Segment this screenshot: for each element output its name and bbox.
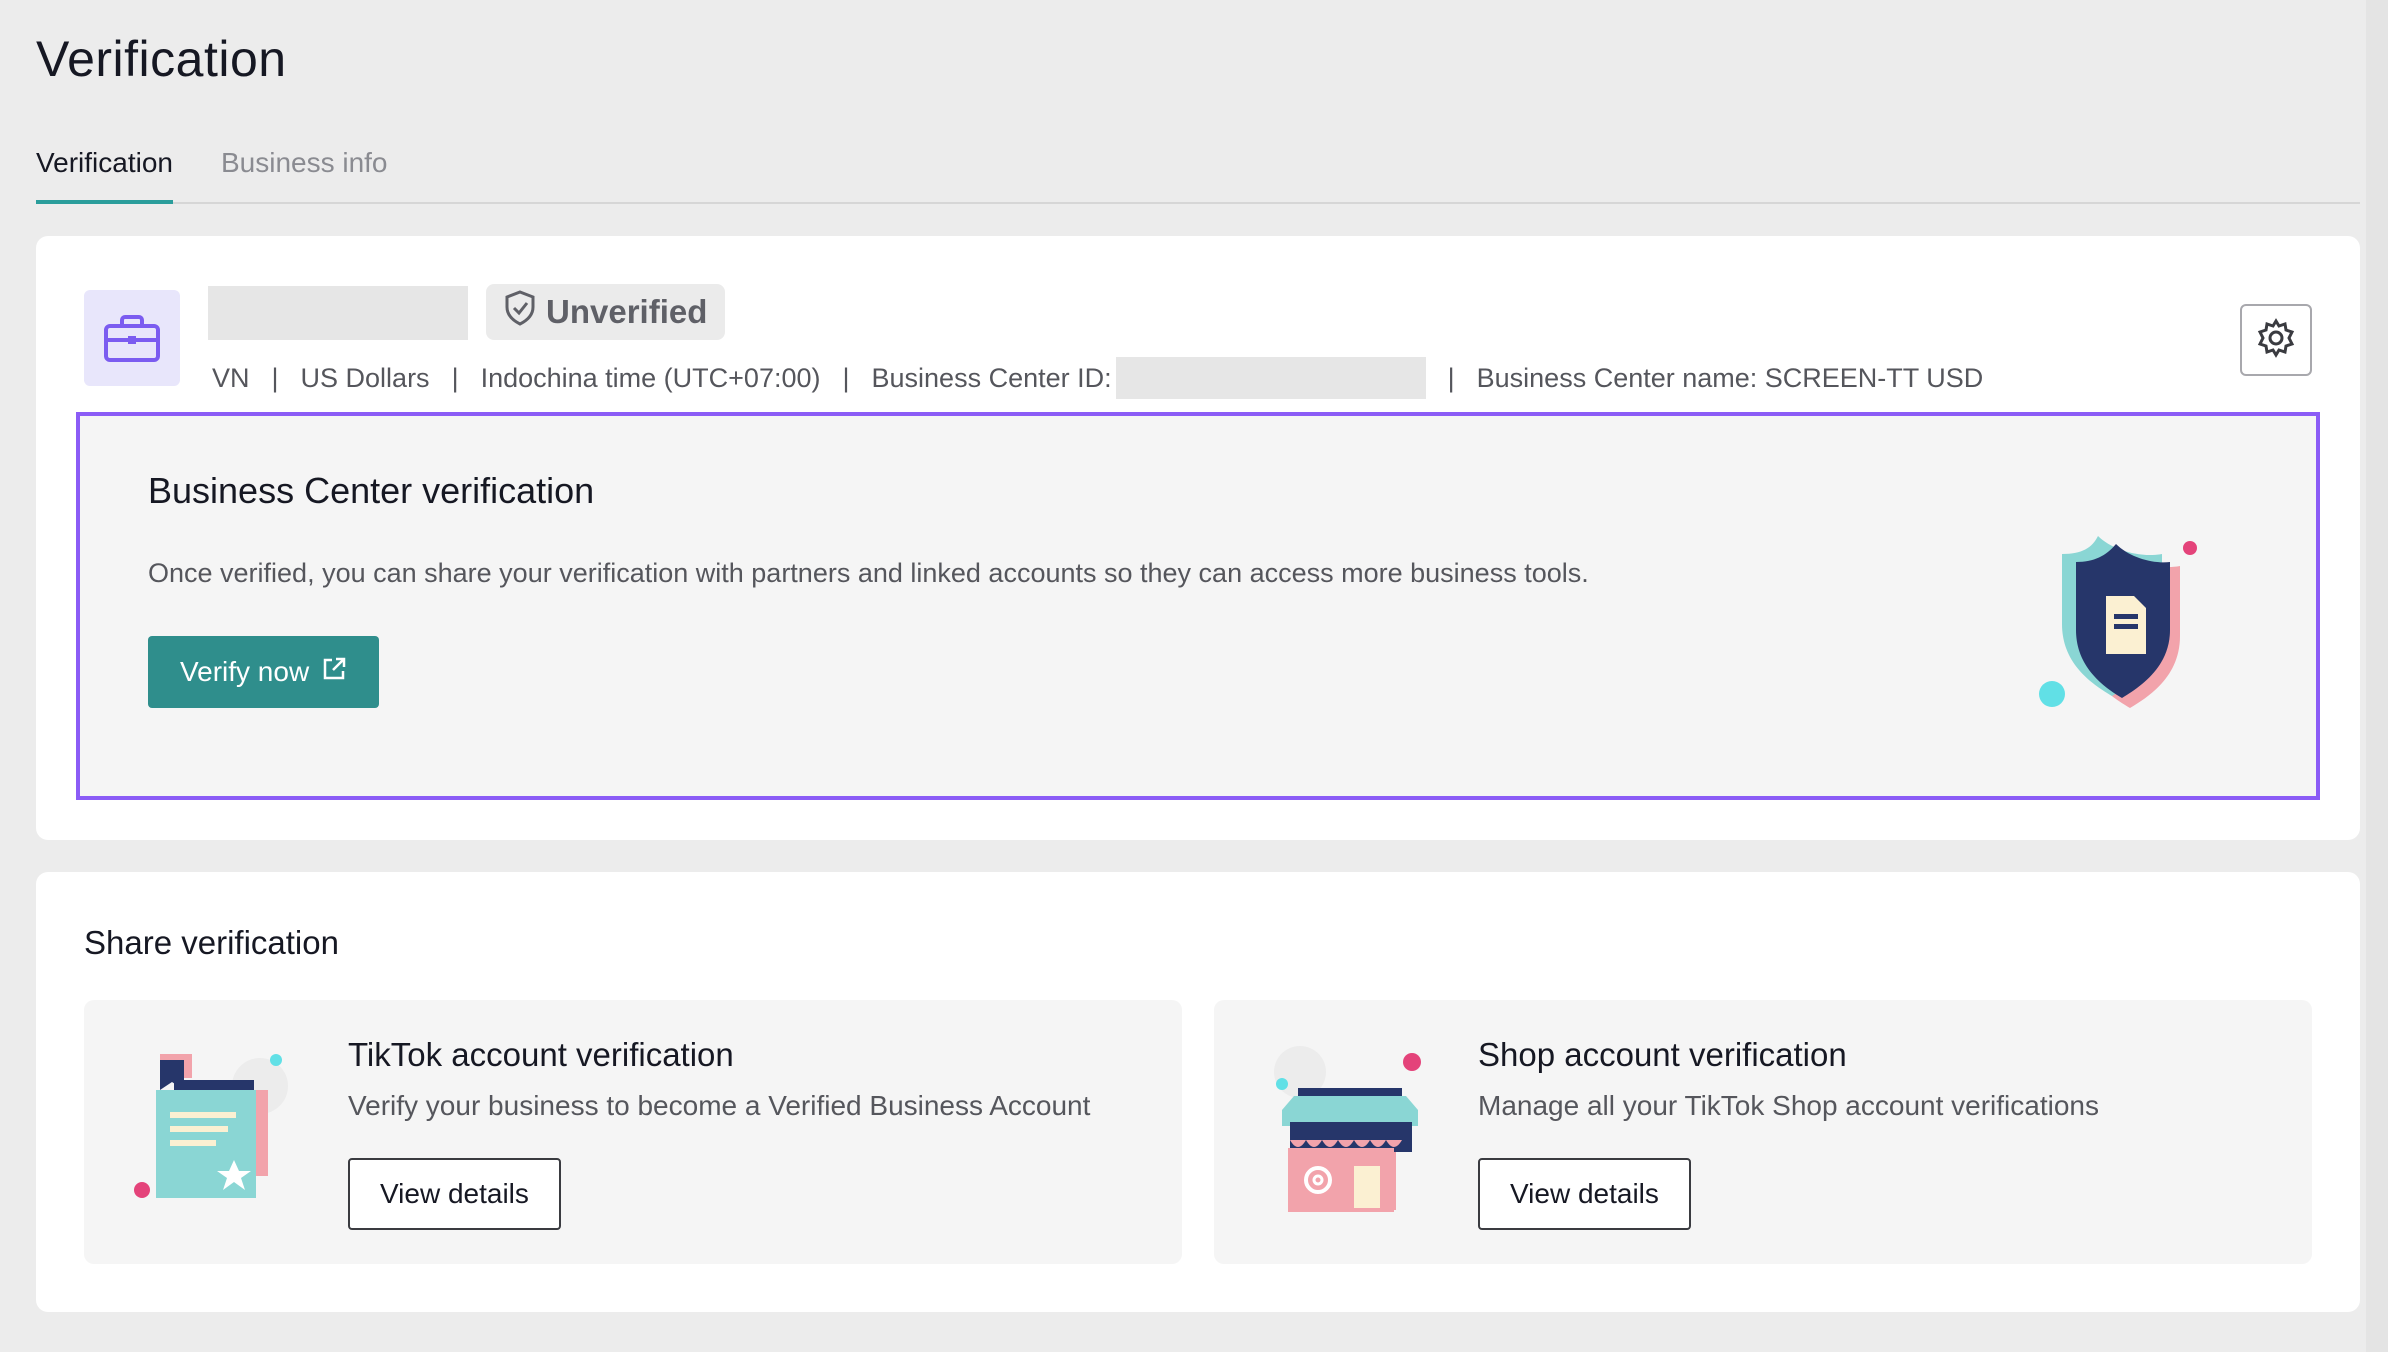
business-center-card: Unverified VN | US Dollars | Indochina t…: [36, 236, 2360, 840]
business-meta: VN | US Dollars | Indochina time (UTC+07…: [212, 354, 1983, 402]
share-verification-card: Share verification TikTok account verifi…: [36, 872, 2360, 1312]
verify-now-button[interactable]: Verify now: [148, 636, 380, 708]
tiktok-view-details-button[interactable]: View details: [348, 1158, 561, 1230]
tiktok-verification-description: Verify your business to become a Verifie…: [348, 1090, 1091, 1121]
separator: |: [842, 362, 850, 393]
scrollbar-track[interactable]: [2366, 0, 2388, 1352]
business-id-label: Business Center ID:: [871, 362, 1112, 393]
shop-view-details-button[interactable]: View details: [1478, 1158, 1691, 1230]
shield-document-illustration: [2030, 526, 2230, 731]
business-id-redacted: [1115, 357, 1426, 399]
external-link-icon: [321, 656, 347, 689]
settings-button[interactable]: [2240, 304, 2312, 376]
timezone-value: Indochina time (UTC+07:00): [480, 362, 821, 393]
status-badge: Unverified: [486, 284, 726, 340]
status-label: Unverified: [546, 293, 708, 330]
currency-value: US Dollars: [300, 362, 430, 393]
shop-verification-title: Shop account verification: [1478, 1036, 1847, 1073]
shop-verification-description: Manage all your TikTok Shop account veri…: [1478, 1090, 2099, 1121]
page-title: Verification: [36, 31, 287, 87]
bc-verification-panel: Business Center verification Once verifi…: [76, 412, 2320, 800]
bc-verification-title: Business Center verification: [148, 470, 595, 511]
shop-storefront-illustration: [1260, 1040, 1440, 1235]
shield-check-icon: [504, 290, 536, 334]
verify-now-label: Verify now: [180, 656, 310, 687]
separator: |: [451, 362, 459, 393]
gear-icon: [2256, 317, 2296, 363]
briefcase-icon: [84, 290, 180, 386]
tab-business-info[interactable]: Business info: [221, 140, 388, 204]
country-value: VN: [212, 362, 250, 393]
tab-verification[interactable]: Verification: [36, 140, 173, 204]
tab-bar: Verification Business info: [36, 140, 2360, 204]
tiktok-verification-title: TikTok account verification: [348, 1036, 734, 1073]
share-verification-title: Share verification: [84, 924, 339, 961]
separator: |: [1447, 362, 1455, 393]
shop-account-verification-card: Shop account verification Manage all you…: [1214, 1000, 2312, 1264]
tiktok-document-illustration: [130, 1040, 310, 1235]
business-name-label: Business Center name: SCREEN-TT USD: [1476, 362, 1984, 393]
tiktok-account-verification-card: TikTok account verification Verify your …: [84, 1000, 1182, 1264]
bc-verification-description: Once verified, you can share your verifi…: [148, 558, 1589, 588]
separator: |: [271, 362, 279, 393]
business-name-redacted: [208, 286, 468, 340]
